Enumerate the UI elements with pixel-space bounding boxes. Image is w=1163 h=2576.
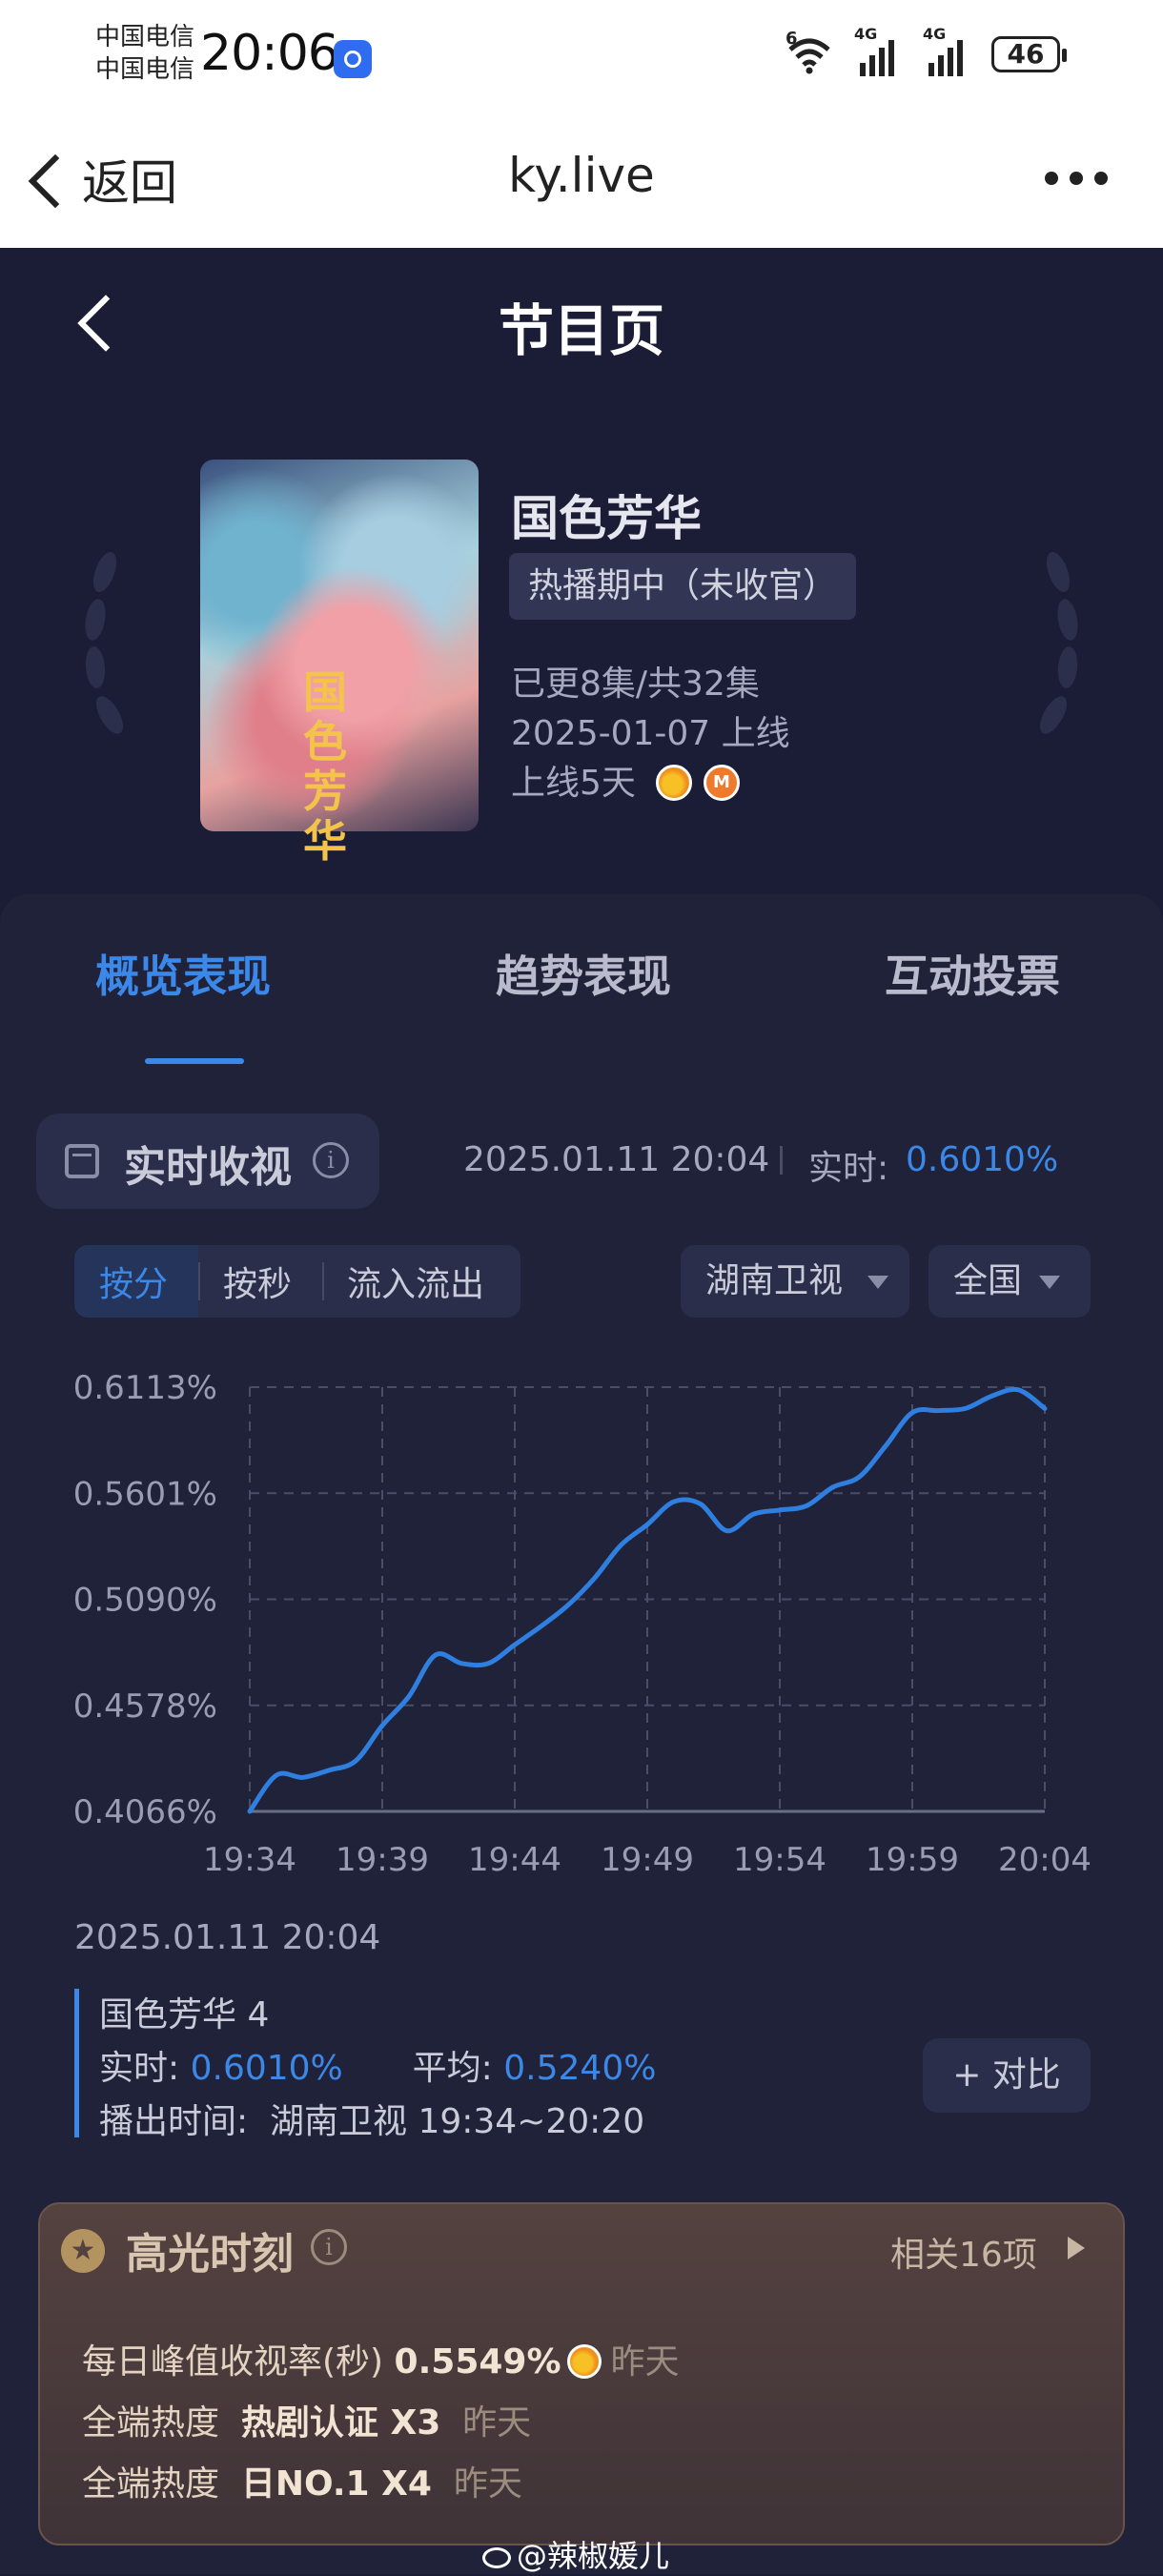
segment-divider xyxy=(198,1262,200,1300)
compare-button[interactable]: + 对比 xyxy=(923,2038,1091,2113)
x-tick-label: 19:59 xyxy=(866,1841,959,1879)
days-online: 上线5天 xyxy=(511,764,636,803)
mango-tv-icon xyxy=(656,765,692,801)
program-name: 国色芳华 xyxy=(511,491,702,546)
tab-vote[interactable]: 互动投票 xyxy=(885,942,1060,1005)
x-tick-label: 19:39 xyxy=(336,1841,429,1879)
highlight-row-label: 每日峰值收视率(秒) xyxy=(82,2342,384,2382)
app-notification-icon xyxy=(334,40,372,78)
highlight-row-when: 昨天 xyxy=(462,2403,532,2443)
snapshot-average-label: 平均: xyxy=(412,2049,493,2088)
chart-y-ticks: 0.4066% 0.4578% 0.5090% 0.5601% 0.6113% xyxy=(73,1369,217,1831)
segment-flow[interactable]: 流入流出 xyxy=(347,1257,484,1306)
snapshot-episode: 国色芳华 4 xyxy=(99,1995,270,2034)
browser-url: ky.live xyxy=(508,148,655,203)
snapshot-average-value: 0.5240% xyxy=(503,2049,657,2088)
snapshot-realtime-label: 实时: xyxy=(99,2049,180,2088)
channel-dropdown-value: 湖南卫视 xyxy=(705,1261,844,1300)
browser-more-icon[interactable] xyxy=(1045,172,1108,185)
channel-dropdown[interactable]: 湖南卫视 xyxy=(681,1245,909,1318)
highlight-row-when: 昨天 xyxy=(610,2342,680,2382)
highlight-row-label: 全端热度 xyxy=(82,2403,220,2443)
segment-by-minute[interactable]: 按分 xyxy=(99,1257,168,1306)
highlight-title: 高光时刻 xyxy=(126,2230,294,2279)
episode-count: 已更8集/共32集 xyxy=(511,664,760,704)
battery-indicator: 46 xyxy=(991,36,1067,72)
signal-label-1: 4G xyxy=(854,25,878,43)
chart-x-ticks: 19:34 19:39 19:44 19:49 19:54 19:59 20:04 xyxy=(203,1841,1092,1879)
y-tick-label: 0.4066% xyxy=(73,1793,217,1831)
watermark: @辣椒媛儿 xyxy=(482,2532,669,2576)
highlight-row: 每日峰值收视率(秒) 0.5549% 昨天 xyxy=(82,2334,680,2383)
realtime-label: 实时: xyxy=(808,1149,889,1188)
realtime-title: 实时收视 xyxy=(124,1143,292,1192)
realtime-value: 0.6010% xyxy=(906,1140,1059,1179)
highlight-row-value: 0.5549% xyxy=(394,2342,561,2382)
info-icon[interactable]: i xyxy=(313,1142,349,1178)
laurel-left-icon xyxy=(85,552,123,734)
signal-label-2: 4G xyxy=(923,25,947,43)
laurel-right-icon xyxy=(1040,552,1078,734)
highlight-row: 全端热度 热剧认证 X3 昨天 xyxy=(82,2395,531,2444)
region-dropdown[interactable]: 全国 xyxy=(928,1245,1091,1318)
x-tick-label: 20:04 xyxy=(998,1841,1092,1879)
mango-tv-icon xyxy=(566,2344,602,2379)
y-tick-label: 0.5090% xyxy=(73,1582,217,1620)
play-icon[interactable] xyxy=(1068,2237,1085,2259)
highlight-row: 全端热度 日NO.1 X4 昨天 xyxy=(82,2456,522,2505)
wifi-label: 6 xyxy=(786,29,798,49)
snapshot-airing: 播出时间: 湖南卫视 19:34~20:20 xyxy=(99,2102,645,2141)
info-icon[interactable]: i xyxy=(311,2229,347,2265)
star-icon: ★ xyxy=(61,2229,105,2273)
y-tick-label: 0.6113% xyxy=(73,1369,217,1407)
divider xyxy=(780,1146,783,1175)
snapshot-values: 实时: 0.6010% 平均: 0.5240% xyxy=(99,2040,656,2090)
highlight-row-when: 昨天 xyxy=(453,2464,522,2504)
carrier-2: 中国电信 xyxy=(95,55,195,84)
segment-by-second[interactable]: 按秒 xyxy=(223,1257,292,1306)
segment-divider xyxy=(322,1262,324,1300)
x-tick-label: 19:34 xyxy=(203,1841,296,1879)
premiere-date: 2025-01-07 上线 xyxy=(511,714,790,753)
carrier-1: 中国电信 xyxy=(95,23,195,51)
signal-icon-1: 4G xyxy=(854,25,894,76)
realtime-timestamp: 2025.01.11 20:04 xyxy=(463,1140,770,1179)
y-tick-label: 0.4578% xyxy=(73,1687,217,1726)
snapshot-realtime-value: 0.6010% xyxy=(190,2049,343,2088)
highlight-row-label: 全端热度 xyxy=(82,2464,220,2504)
page-title: 节目页 xyxy=(498,298,664,363)
ratings-line-chart: 0.4066% 0.4578% 0.5090% 0.5601% 0.6113% 19:3… xyxy=(73,1369,1092,1879)
weibo-icon xyxy=(482,2547,511,2568)
status-badge: 热播期中（未收官） xyxy=(509,553,857,620)
tab-active-indicator xyxy=(145,1058,244,1064)
snapshot-accent-bar xyxy=(74,1989,79,2137)
mgtv-icon: M xyxy=(704,765,740,801)
highlight-row-value: 日NO.1 X4 xyxy=(240,2464,432,2504)
highlight-row-value: 热剧认证 X3 xyxy=(240,2403,441,2443)
chevron-down-icon xyxy=(1039,1276,1060,1289)
calendar-icon xyxy=(65,1144,99,1178)
y-tick-label: 0.5601% xyxy=(73,1475,217,1513)
highlight-related-link[interactable]: 相关16项 xyxy=(890,2227,1037,2277)
x-tick-label: 19:44 xyxy=(468,1841,561,1879)
signal-icon-2: 4G xyxy=(923,25,963,76)
x-tick-label: 19:54 xyxy=(733,1841,826,1879)
carrier-labels: 中国电信 中国电信 xyxy=(95,21,194,86)
snapshot-date: 2025.01.11 20:04 xyxy=(74,1918,381,1957)
region-dropdown-value: 全国 xyxy=(953,1261,1023,1300)
status-clock: 20:06 xyxy=(200,25,339,82)
watermark-text: @辣椒媛儿 xyxy=(517,2538,670,2574)
chevron-down-icon xyxy=(867,1276,888,1289)
x-tick-label: 19:49 xyxy=(601,1841,694,1879)
tab-trend[interactable]: 趋势表现 xyxy=(496,942,671,1005)
poster-title: 国色芳华 xyxy=(303,666,347,867)
tab-overview[interactable]: 概览表现 xyxy=(95,942,271,1005)
